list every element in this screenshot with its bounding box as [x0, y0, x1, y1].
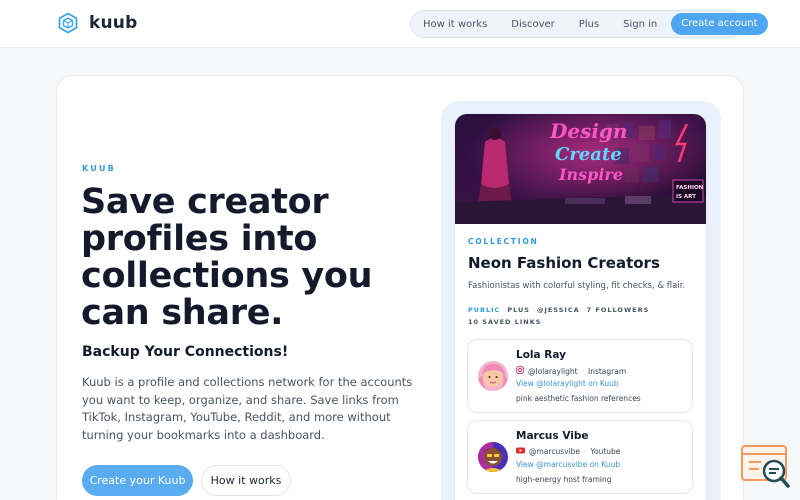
handle-text: @lolaraylight — [528, 366, 578, 376]
cover-sign-text: FASHION — [676, 185, 704, 191]
tier-badge: PLUS — [507, 306, 530, 314]
cover-neon-text: Design — [549, 119, 627, 143]
hero-card: KUUB Save creator profiles into collecti… — [56, 75, 744, 500]
collection-cover-image: Design Create Inspire FASHION IS ART — [455, 114, 706, 224]
collection-preview-panel: Design Create Inspire FASHION IS ART COL… — [441, 101, 721, 500]
profile-card[interactable]: Lola Ray @lolaraylight · Instagram View … — [467, 339, 693, 413]
instagram-icon — [516, 366, 524, 376]
profile-note: pink aesthetic fashion references — [516, 394, 641, 403]
avatar — [478, 361, 508, 391]
platform-text: Instagram — [587, 366, 627, 376]
profile-name: Marcus Vibe — [516, 430, 589, 442]
profile-handle: @marcusvibe · Youtube — [516, 447, 620, 456]
handle-text: @marcusvibe — [529, 447, 581, 456]
profile-card[interactable]: Marcus Vibe @marcusvibe · Youtube View @… — [467, 420, 693, 494]
nav-discover[interactable]: Discover — [511, 19, 555, 30]
top-bar: kuub How it works Discover Plus Sign in … — [0, 0, 800, 48]
profile-note: high-energy host framing — [516, 475, 612, 484]
saved-links-count: 10 SAVED LINKS — [468, 318, 542, 326]
brand[interactable]: kuub — [57, 12, 137, 34]
hero-headline: Save creator profiles into collections y… — [81, 182, 373, 333]
cube-logo-icon — [57, 12, 79, 34]
create-account-button[interactable]: Create account — [671, 13, 768, 35]
nav-sign-in[interactable]: Sign in — [623, 19, 657, 30]
cover-sign-text: IS ART — [676, 194, 696, 200]
collection-meta: PUBLIC PLUS @JESSICA 7 FOLLOWERS 10 SAVED L… — [468, 304, 698, 328]
hero-subhead: Backup Your Connections! — [82, 344, 289, 360]
owner-link[interactable]: @JESSICA — [537, 306, 580, 314]
collection-label: COLLECTION — [468, 237, 539, 246]
youtube-icon — [516, 447, 525, 456]
view-profile-link[interactable]: View @lolaraylight on Kuub — [516, 379, 619, 388]
create-your-kuub-button[interactable]: Create your Kuub — [82, 465, 193, 496]
view-profile-link[interactable]: View @marcusvibe on Kuub — [516, 460, 620, 469]
followers-count: 7 FOLLOWERS — [586, 306, 650, 314]
cover-neon-text: Inspire — [558, 165, 623, 184]
how-it-works-button[interactable]: How it works — [201, 465, 291, 496]
brand-name: kuub — [89, 13, 138, 33]
main-nav: How it works Discover Plus Sign in Creat… — [410, 10, 768, 38]
avatar — [478, 442, 508, 472]
nav-how-it-works[interactable]: How it works — [423, 19, 487, 30]
collection-card[interactable]: Design Create Inspire FASHION IS ART COL… — [455, 114, 706, 500]
visibility-badge: PUBLIC — [468, 306, 501, 314]
cover-neon-text: Create — [555, 144, 622, 165]
hero-eyebrow: KUUB — [82, 164, 116, 173]
collection-description: Fashionistas with colorful styling, fit … — [468, 281, 686, 291]
platform-text: Youtube — [590, 447, 621, 456]
nav-plus[interactable]: Plus — [579, 19, 599, 30]
profile-name: Lola Ray — [516, 349, 566, 361]
collection-title: Neon Fashion Creators — [468, 254, 660, 272]
profile-handle: @lolaraylight · Instagram — [516, 366, 626, 376]
help-search-widget-icon[interactable] — [739, 443, 793, 493]
hero-description: Kuub is a profile and collections networ… — [82, 375, 413, 442]
